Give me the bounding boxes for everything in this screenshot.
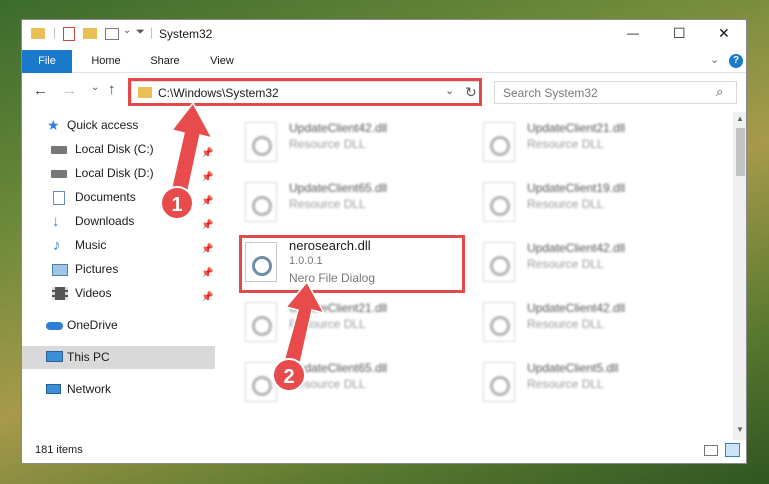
step-badge-1: 1: [160, 186, 194, 220]
annotation-arrows: [169, 101, 326, 374]
step-badge-2: 2: [272, 358, 306, 392]
